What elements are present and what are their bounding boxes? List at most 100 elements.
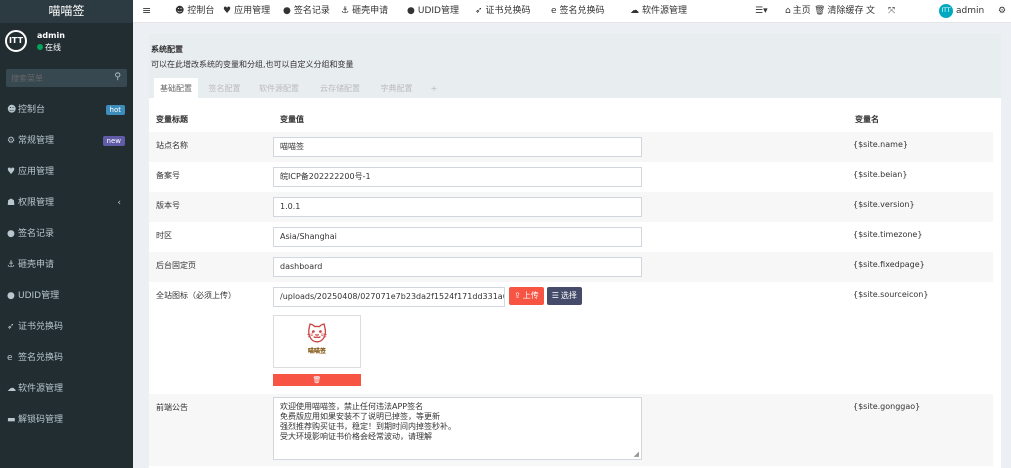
sidebar-item[interactable]: ➶ 证书兑换码	[0, 312, 133, 343]
sidebar-item[interactable]: ☁ 软件源管理	[0, 374, 133, 405]
sidebar-item[interactable]: ● UDID管理	[0, 281, 133, 312]
tab-config[interactable]: 签名配置	[201, 78, 248, 100]
topnav-item-icon: ➶	[475, 6, 483, 16]
topnav-icon: 🗑	[814, 6, 826, 16]
cogs-icon: ⚙	[7, 136, 16, 146]
dashboard-icon: ☻	[7, 105, 17, 115]
sidebar-item[interactable]: ⚓ 砸壳申请	[0, 250, 133, 281]
lucky-cat-image: 🐱	[306, 322, 328, 346]
sidebar-item-label: 控制台	[18, 105, 46, 115]
tab-config[interactable]: 软件源配置	[251, 78, 307, 100]
thumb-caption: 喵喵签	[307, 348, 326, 355]
topnav-item[interactable]: ☻ 控制台	[175, 0, 214, 22]
topnav-item[interactable]: ● UDID管理	[407, 0, 459, 22]
sidebar-item-label: 应用管理	[18, 167, 55, 177]
topnav-item[interactable]: e 签名兑换码	[551, 0, 605, 22]
topnav-item-label: UDID管理	[417, 6, 459, 16]
topnav-item-label: 砸壳申请	[352, 6, 389, 16]
table-row: 前端公告 欢迎使用喵喵签，禁止任何违法APP签名 免费版应用如果安装不了说明已掉签，…	[149, 394, 993, 466]
sidebar-item[interactable]: ☻ 控制台 hot	[0, 95, 133, 126]
list-menu-icon[interactable]: ☰▾	[755, 0, 768, 22]
col-header-var: 变量名	[855, 115, 879, 124]
search-icon[interactable]: ⚲	[114, 72, 121, 82]
user-status-label: 在线	[45, 43, 61, 52]
sidebar-search-input[interactable]: 搜索菜单 ⚲	[6, 69, 127, 87]
config-value-input[interactable]: 皖ICP备202222200号-1	[273, 167, 642, 187]
edge-icon: e	[7, 353, 13, 363]
fullscreen-icon-label: ⤧	[888, 6, 896, 16]
add-tab-button[interactable]: +	[423, 78, 445, 100]
row-value-cell: 欢迎使用喵喵签，禁止任何违法APP签名 免费版应用如果安装不了说明已掉签，等更新强…	[273, 394, 848, 466]
language-icon-label: 文	[866, 6, 876, 16]
home-link[interactable]: ⌂ 主页	[785, 0, 811, 22]
topnav-item-icon: ☁	[630, 6, 639, 16]
topnav-item[interactable]: ♥ 应用管理	[223, 0, 270, 22]
row-value-cell: 皖ICP备202222200号-1	[273, 162, 848, 192]
group-icon: ☗	[7, 198, 16, 208]
top-navbar: ≡ ☻ 控制台 ♥ 应用管理 ● 签名记录 ⚓ 砸壳申请 ● UDID管理 ➶ 证书兑换码 e 签名兑换码…	[133, 0, 1011, 23]
fullscreen-icon[interactable]: ⤧	[888, 0, 895, 22]
sidebar-search-placeholder: 搜索菜单	[11, 74, 43, 83]
sidebar-item[interactable]: ● 签名记录	[0, 219, 133, 250]
id-card-icon: ▬	[7, 415, 16, 425]
main-content: 系统配置 可以在此增改系统的变量和分组,也可以自定义分组和变量 基础配置 签名配置…	[149, 34, 1001, 468]
topnav-item[interactable]: ➶ 证书兑换码	[475, 0, 531, 22]
menu-badge: new	[102, 136, 125, 146]
sidebar-item-label: 证书兑换码	[18, 322, 64, 332]
upload-button[interactable]: ⇪ 上传	[509, 287, 544, 305]
sidebar-item[interactable]: e 签名兑换码	[0, 343, 133, 374]
sidebar-toggle-icon[interactable]: ≡	[142, 0, 151, 22]
home-link-label: 主页	[792, 6, 811, 16]
row-value-cell: dashboard	[273, 252, 848, 282]
list-icon: ☰	[551, 291, 559, 300]
tab-config[interactable]: 基础配置	[154, 78, 198, 100]
user-menu-label: admin	[956, 6, 985, 16]
notice-line: 受大环境影响证书价格会经常波动，请理解	[280, 432, 432, 441]
config-value-input[interactable]: dashboard	[273, 257, 642, 277]
sidebar-item[interactable]: ⚙ 常规管理 new	[0, 126, 133, 157]
tab-config[interactable]: 云存储配置	[310, 78, 370, 100]
user-menu[interactable]: ITT admin	[939, 0, 984, 22]
sidebar-item-label: 签名记录	[18, 229, 55, 239]
topnav-item[interactable]: ⚓ 砸壳申请	[341, 0, 388, 22]
sidebar-item-label: 砸壳申请	[18, 260, 55, 270]
sidebar-item[interactable]: ☗ 权限管理 ‹	[0, 188, 133, 219]
topnav-item-label: 证书兑换码	[485, 6, 531, 16]
apple-icon: ●	[7, 291, 15, 301]
language-icon[interactable]: 文	[866, 0, 875, 22]
config-value-input[interactable]: Asia/Shanghai	[273, 227, 642, 247]
circle-icon: ●	[7, 229, 15, 239]
tab-config[interactable]: 字典配置	[373, 78, 420, 100]
anchor-icon: ⚓	[7, 260, 16, 270]
gear-icon[interactable]: ⚙	[998, 0, 1006, 22]
cloud-icon: ☁	[7, 384, 16, 394]
topnav-item[interactable]: ☁ 软件源管理	[630, 0, 687, 22]
sidebar-item[interactable]: ▬ 解锁码管理	[0, 405, 133, 436]
icon-path-input[interactable]: /uploads/20250408/027071e7b23da2f1524f17…	[273, 287, 505, 307]
config-table: 变量标题 变量值 变量名 站点名称 喵喵签 {$site.name} 备案号 皖ICP备…	[149, 114, 993, 466]
delete-image-button[interactable]: 🗑	[273, 374, 361, 386]
sidebar-item[interactable]: ♥ 应用管理	[0, 157, 133, 188]
config-value-input[interactable]: 1.0.1	[273, 197, 642, 217]
app-logo[interactable]: 喵喵签	[0, 0, 133, 23]
select-button[interactable]: ☰ 选择	[546, 287, 582, 305]
topnav-item-icon: e	[551, 6, 557, 16]
topnav-item-icon: ●	[283, 6, 291, 16]
topnav-item-label: 控制台	[187, 6, 215, 16]
topnav-item-icon: ☻	[175, 6, 185, 16]
topnav-item-label: 签名记录	[293, 6, 330, 16]
table-row: 后台固定页 dashboard {$site.fixedpage}	[149, 252, 993, 282]
clear-cache-button[interactable]: 🗑 清除缓存	[814, 0, 863, 22]
config-value-input[interactable]: 喵喵签	[273, 137, 642, 157]
row-var-name: {$site.version}	[848, 192, 993, 222]
row-var-name: {$site.name}	[848, 132, 993, 162]
select-button-label: 选择	[560, 291, 577, 300]
notice-line: 欢迎使用喵喵签，禁止任何违法APP签名	[280, 402, 424, 411]
topnav-item-icon: ♥	[223, 6, 232, 16]
chevron-left-icon: ‹	[117, 198, 121, 208]
topnav-item[interactable]: ● 签名记录	[283, 0, 330, 22]
row-title: 后台固定页	[149, 252, 273, 282]
table-row: 站点名称 喵喵签 {$site.name}	[149, 132, 993, 162]
notice-textarea[interactable]: 欢迎使用喵喵签，禁止任何违法APP签名 免费版应用如果安装不了说明已掉签，等更新强…	[273, 397, 642, 460]
resize-handle-icon[interactable]: ◢	[634, 449, 639, 459]
